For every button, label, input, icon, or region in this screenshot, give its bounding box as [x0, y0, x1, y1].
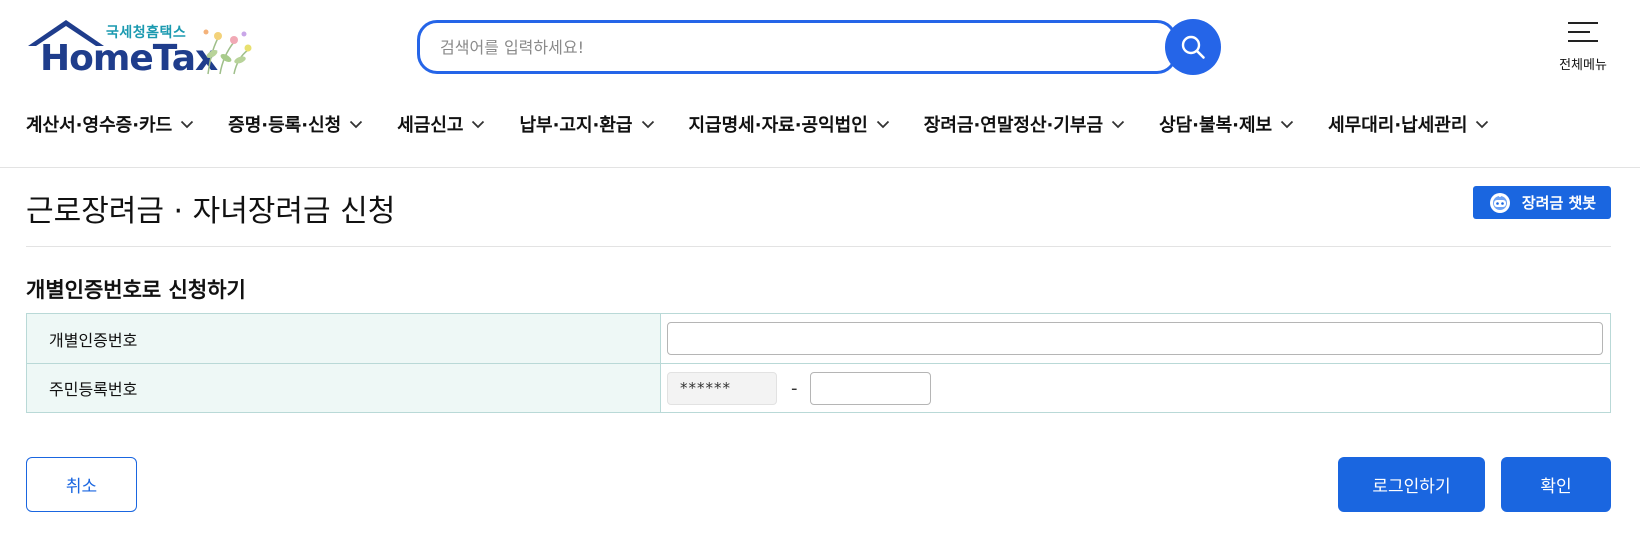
incentive-chatbot-button[interactable]: 장려금 챗봇: [1473, 186, 1611, 219]
hamburger-menu-icon: [1568, 20, 1598, 44]
gnb-item-certificates[interactable]: 증명·등록·신청: [228, 108, 363, 140]
application-form-table: 개별인증번호 주민등록번호 ****** -: [26, 313, 1611, 413]
gnb-item-label: 지급명세·자료·공익법인: [688, 115, 868, 136]
gnb-item-label: 세무대리·납세관리: [1328, 115, 1468, 136]
gnb-item-tax-agent[interactable]: 세무대리·납세관리: [1328, 108, 1489, 140]
auth-number-input[interactable]: [667, 322, 1603, 355]
all-menu-label: 전체메뉴: [1559, 58, 1607, 73]
gnb-item-payment-statements[interactable]: 지급명세·자료·공익법인: [689, 108, 890, 140]
gnb-item-tax-filing[interactable]: 세금신고: [397, 108, 485, 140]
hometax-logo[interactable]: 국세청홈택스 HomeTax: [26, 18, 266, 79]
auth-number-label: 개별인증번호: [27, 314, 661, 363]
search-input[interactable]: [440, 23, 1130, 71]
confirm-button[interactable]: 확인: [1501, 457, 1611, 512]
chevron-down-icon: [471, 120, 485, 129]
chatbot-icon: [1488, 192, 1512, 214]
page-title: 근로장려금 · 자녀장려금 신청: [26, 194, 396, 229]
resident-number-separator: -: [791, 377, 798, 399]
search-box: [417, 20, 1177, 74]
page-title-row: 근로장려금 · 자녀장려금 신청 장려금 챗봇: [26, 180, 1611, 247]
auth-number-cell: [661, 314, 1610, 363]
cancel-button[interactable]: 취소: [26, 457, 137, 512]
chevron-down-icon: [1475, 120, 1489, 129]
gnb-item-payment[interactable]: 납부·고지·환급: [519, 108, 654, 140]
resident-number-front-masked: ******: [667, 371, 777, 405]
gnb-item-label: 상담·불복·제보: [1159, 115, 1273, 136]
site-header: 국세청홈택스 HomeTax 전체메뉴: [0, 0, 1640, 168]
flower-decoration-icon: [203, 29, 252, 75]
gnb-item-consultation[interactable]: 상담·불복·제보: [1159, 108, 1294, 140]
form-row-resident-number: 주민등록번호 ****** -: [27, 363, 1610, 412]
gnb-item-label: 계산서·영수증·카드: [26, 115, 173, 136]
chevron-down-icon: [1111, 120, 1125, 129]
login-button[interactable]: 로그인하기: [1338, 457, 1485, 512]
resident-number-back-input[interactable]: [809, 371, 931, 405]
chevron-down-icon: [641, 120, 655, 129]
gnb-item-invoices[interactable]: 계산서·영수증·카드: [26, 108, 194, 140]
chatbot-label: 장려금 챗봇: [1521, 194, 1597, 212]
chevron-down-icon: [876, 120, 890, 129]
gnb-item-label: 세금신고: [397, 115, 464, 136]
gnb-item-label: 장려금·연말정산·기부금: [923, 115, 1104, 136]
search-icon: [1181, 35, 1205, 59]
search-button[interactable]: [1165, 19, 1221, 75]
gnb-item-label: 납부·고지·환급: [519, 115, 633, 136]
resident-number-cell: ****** -: [661, 364, 1610, 412]
all-menu-button[interactable]: 전체메뉴: [1548, 20, 1618, 76]
chevron-down-icon: [180, 120, 194, 129]
global-nav: 계산서·영수증·카드 증명·등록·신청 세금신고 납부·고지·환급 지급명세·자…: [26, 108, 1489, 140]
resident-number-label: 주민등록번호: [27, 364, 661, 412]
form-row-auth-number: 개별인증번호: [27, 314, 1610, 363]
chevron-down-icon: [1280, 120, 1294, 129]
logo-english-text: HomeTax: [40, 38, 218, 79]
gnb-item-label: 증명·등록·신청: [228, 115, 342, 136]
gnb-item-incentives[interactable]: 장려금·연말정산·기부금: [924, 108, 1125, 140]
section-title: 개별인증번호로 신청하기: [26, 278, 246, 302]
chevron-down-icon: [349, 120, 363, 129]
